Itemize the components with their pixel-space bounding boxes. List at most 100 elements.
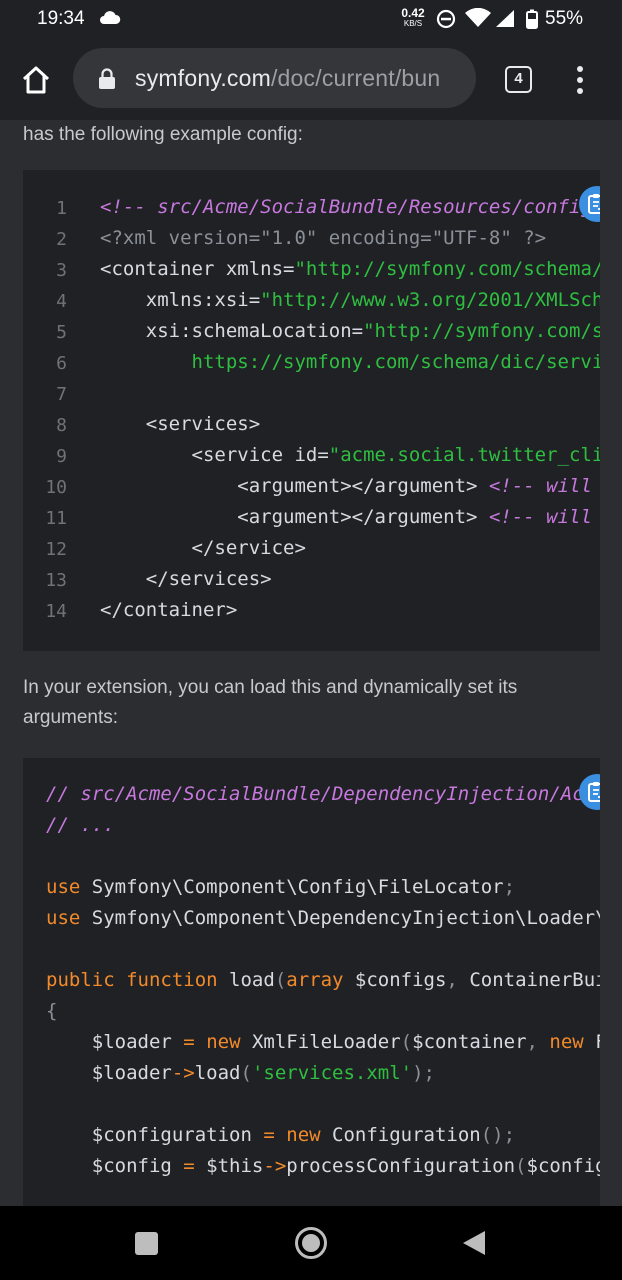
code-line: // ... bbox=[46, 810, 115, 841]
code-line: <!-- src/Acme/SocialBundle/Resources/con… bbox=[100, 192, 600, 223]
code-token: <argument></argument> bbox=[100, 506, 489, 528]
code-token: load bbox=[217, 969, 275, 991]
battery-icon bbox=[526, 9, 538, 29]
code-token: function bbox=[126, 969, 218, 991]
line-number: 8 bbox=[56, 415, 67, 436]
code-token: Configuration bbox=[320, 1124, 481, 1146]
code-token: $config bbox=[46, 1155, 184, 1177]
code-line: <service id="acme.social.twitter_client" bbox=[100, 440, 601, 471]
code-token: ( bbox=[240, 1062, 252, 1084]
code-token: ContainerBuilder $container bbox=[469, 969, 600, 991]
code-line: </service> bbox=[100, 533, 306, 564]
code-line: </container> bbox=[100, 595, 237, 626]
page-content: has the following example config: 1 <!-- … bbox=[0, 120, 622, 1206]
home-nav-button[interactable] bbox=[295, 1227, 327, 1259]
network-speed-unit: KB/S bbox=[403, 19, 423, 28]
line-number: 7 bbox=[56, 384, 67, 405]
paragraph-intro: has the following example config: bbox=[23, 124, 303, 145]
code-token: </container> bbox=[100, 599, 238, 621]
code-line: </services> bbox=[100, 564, 272, 595]
line-number: 11 bbox=[45, 508, 67, 529]
status-bar: 19:34 0.42 KB/S 55% bbox=[0, 0, 622, 38]
code-line: xmlns:xsi="http://www.w3.org/2001/XMLSch… bbox=[100, 285, 600, 316]
wifi-icon bbox=[465, 7, 491, 27]
code-token: -> bbox=[171, 1062, 195, 1084]
dot-icon bbox=[577, 88, 583, 94]
code-token: ); bbox=[412, 1062, 435, 1084]
network-speed: 0.42 KB/S bbox=[396, 7, 430, 28]
code-token: public bbox=[46, 969, 115, 991]
code-token: use bbox=[46, 907, 81, 929]
code-token: = bbox=[263, 1124, 275, 1146]
code-line: <argument></argument> <!-- will be fille… bbox=[100, 502, 600, 533]
code-token: "acme.social.twitter_client" bbox=[328, 444, 600, 466]
battery-percent: 55% bbox=[545, 8, 584, 29]
code-line: { bbox=[46, 996, 57, 1027]
line-number: 1 bbox=[56, 198, 67, 219]
code-line: https://symfony.com/schema/dic/services/… bbox=[100, 347, 601, 378]
code-token: <!-- will be filled in with client_secre… bbox=[488, 506, 592, 528]
code-token: // src/Acme/SocialBundle/DependencyInjec… bbox=[46, 783, 600, 805]
code-token: use bbox=[46, 876, 81, 898]
code-token: -> bbox=[263, 1155, 287, 1177]
code-line: <container xmlns="http://symfony.com/sch… bbox=[100, 254, 600, 285]
code-token: xmlns:xsi= bbox=[100, 289, 261, 311]
code-token: <!-- will be filled in with client_id dy… bbox=[488, 475, 592, 497]
code-token: ( bbox=[515, 1155, 527, 1177]
code-token: $configs bbox=[343, 969, 447, 991]
code-token: $container bbox=[412, 1031, 527, 1053]
code-token: , bbox=[526, 1031, 538, 1053]
code-token: "http://symfony.com/schema/dic/services bbox=[363, 320, 600, 342]
code-line: $config = $this->processConfiguration($c… bbox=[46, 1151, 600, 1182]
code-token: FileLocator bbox=[584, 1031, 600, 1053]
signal-icon bbox=[496, 10, 514, 27]
line-number: 2 bbox=[56, 229, 67, 250]
code-token: "http://www.w3.org/2001/XMLSchema-instan… bbox=[260, 289, 600, 311]
home-button[interactable] bbox=[18, 62, 54, 98]
more-menu-button[interactable] bbox=[568, 66, 592, 94]
line-number: 14 bbox=[45, 601, 67, 622]
code-token: <?xml version="1.0" encoding="UTF-8" ?> bbox=[100, 227, 547, 249]
code-line: <argument></argument> <!-- will be fille… bbox=[100, 471, 600, 502]
tab-switcher-button[interactable]: 4 bbox=[505, 66, 532, 93]
clipboard-icon bbox=[588, 194, 600, 214]
code-token: processConfiguration bbox=[286, 1155, 516, 1177]
code-line: <?xml version="1.0" encoding="UTF-8" ?> bbox=[100, 223, 546, 254]
address-bar[interactable]: symfony.com/doc/current/bun bbox=[73, 48, 476, 108]
code-block-xml: 1 <!-- src/Acme/SocialBundle/Resources/co… bbox=[23, 170, 600, 651]
line-number: 12 bbox=[45, 539, 67, 560]
url-path: /doc/current/bun bbox=[270, 65, 441, 91]
code-token: ( bbox=[274, 969, 287, 991]
code-token: array bbox=[286, 969, 344, 991]
code-line: $configuration = new Configuration(); bbox=[46, 1120, 515, 1151]
dot-icon bbox=[577, 77, 583, 83]
system-navigation-bar bbox=[0, 1206, 622, 1280]
home-icon bbox=[22, 66, 50, 94]
code-token: $loader bbox=[46, 1062, 172, 1084]
code-line: use Symfony\Component\Config\FileLocator… bbox=[46, 872, 515, 903]
code-token: $loader bbox=[46, 1031, 184, 1053]
code-token: ; bbox=[503, 876, 516, 898]
line-number: 3 bbox=[56, 260, 67, 281]
line-number: 4 bbox=[56, 291, 67, 312]
status-time: 19:34 bbox=[37, 8, 85, 29]
code-block-php: // src/Acme/SocialBundle/DependencyInjec… bbox=[23, 758, 600, 1206]
recents-button[interactable] bbox=[135, 1232, 158, 1255]
code-line: use Symfony\Component\DependencyInjectio… bbox=[46, 903, 600, 934]
code-token: xsi:schemaLocation= bbox=[100, 320, 364, 342]
paragraph-extension: In your extension, you can load this and… bbox=[23, 677, 518, 728]
code-token: Symfony\Component\Config\FileLocator bbox=[80, 876, 504, 898]
code-token: Symfony\Component\DependencyInjection\Lo… bbox=[91, 907, 600, 929]
code-token: 'services.xml' bbox=[251, 1062, 413, 1084]
code-token: <container xmlns= bbox=[100, 258, 295, 280]
code-line: <services> bbox=[100, 409, 260, 440]
dot-icon bbox=[577, 66, 583, 72]
code-token: <argument></argument> bbox=[100, 475, 489, 497]
line-number: 10 bbox=[45, 477, 67, 498]
do-not-disturb-icon bbox=[436, 9, 456, 29]
lock-icon bbox=[98, 68, 116, 95]
back-button[interactable] bbox=[463, 1231, 485, 1255]
